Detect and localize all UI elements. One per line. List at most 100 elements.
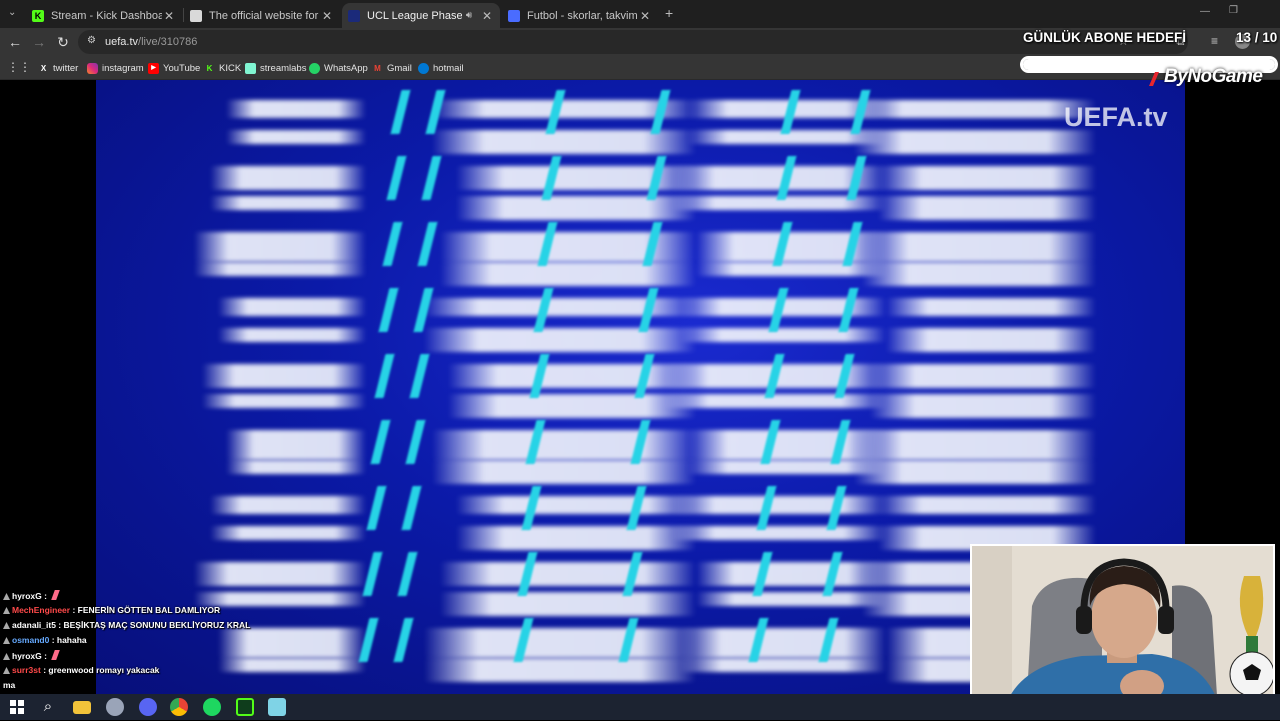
chat-message: adanali_it5 : BEŞİKTAŞ MAÇ SONUNU BEKLİY… bbox=[3, 620, 250, 630]
chat-username[interactable]: osmand0 bbox=[12, 635, 49, 645]
bookmark-label: WhatsApp bbox=[324, 62, 368, 74]
chat-text: greenwood romayı yakacak bbox=[48, 665, 160, 675]
bookmark-label: streamlabs bbox=[260, 62, 307, 74]
app-icon[interactable] bbox=[106, 698, 124, 716]
chat-message: hyroxG : bbox=[3, 590, 61, 601]
bookmark-label: hotmail bbox=[433, 62, 464, 74]
kick-icon: K bbox=[206, 63, 213, 73]
new-tab-icon[interactable]: + bbox=[665, 5, 673, 21]
motion-streak bbox=[870, 394, 1096, 418]
motion-streak bbox=[210, 166, 366, 190]
motion-streak bbox=[226, 130, 366, 144]
tab-search-chevron-icon[interactable]: ⌄ bbox=[8, 7, 16, 18]
streamlabs-icon bbox=[245, 62, 256, 74]
minimize-icon[interactable]: — bbox=[1200, 6, 1210, 17]
chat-separator: : bbox=[41, 651, 50, 661]
bookmark-gmail[interactable]: M Gmail bbox=[372, 61, 412, 75]
motion-streak bbox=[696, 592, 886, 606]
motion-streak bbox=[202, 364, 366, 388]
back-icon[interactable]: ← bbox=[7, 34, 23, 50]
close-icon[interactable]: ✕ bbox=[638, 9, 652, 23]
instagram-icon bbox=[87, 62, 98, 74]
spotify-icon[interactable] bbox=[203, 698, 221, 716]
chat-username[interactable]: hyroxG bbox=[12, 651, 42, 661]
chat-separator: : bbox=[55, 620, 64, 630]
close-icon[interactable]: ✕ bbox=[320, 9, 334, 23]
reload-icon[interactable]: ↻ bbox=[55, 34, 71, 50]
tab-title: The official website for European bbox=[209, 9, 320, 22]
chat-username[interactable]: adanali_it5 bbox=[12, 620, 56, 630]
chat-username[interactable]: hyroxG bbox=[12, 591, 42, 601]
bookmark-hotmail[interactable]: hotmail bbox=[418, 61, 464, 75]
tab-kick-dashboard[interactable]: K Stream - Kick Dashboard ✕ bbox=[26, 3, 182, 28]
sponsor-name: ByNoGame bbox=[1164, 66, 1263, 87]
bookmark-whatsapp[interactable]: WhatsApp bbox=[309, 61, 368, 75]
discord-icon[interactable] bbox=[139, 698, 157, 716]
windows-start-icon[interactable] bbox=[8, 698, 26, 716]
motion-accent bbox=[378, 288, 399, 332]
bookmark-instagram[interactable]: instagram bbox=[87, 61, 144, 75]
motion-streak bbox=[696, 562, 886, 586]
motion-streak bbox=[432, 430, 696, 460]
forward-icon[interactable]: → bbox=[31, 34, 47, 50]
maximize-icon[interactable]: ❐ bbox=[1229, 5, 1238, 16]
motion-streak bbox=[424, 328, 696, 352]
media-controls-icon[interactable]: ≡ bbox=[1211, 34, 1218, 48]
site-info-icon[interactable]: ⚙ bbox=[87, 35, 96, 46]
chrome-icon[interactable] bbox=[170, 698, 188, 716]
search-icon[interactable]: ⌕ bbox=[39, 698, 57, 716]
notepad-icon[interactable] bbox=[268, 698, 286, 716]
kick-favicon-icon: K bbox=[32, 9, 44, 22]
kick-icon[interactable] bbox=[236, 698, 254, 716]
motion-streak bbox=[194, 592, 366, 606]
motion-streak bbox=[878, 196, 1096, 220]
motion-streak bbox=[680, 658, 886, 672]
motion-streak bbox=[226, 460, 366, 474]
address-bar[interactable]: ⚙ uefa.tv/live/310786 bbox=[78, 30, 1188, 54]
url-text[interactable]: uefa.tv/live/310786 bbox=[105, 36, 197, 48]
motion-streak bbox=[672, 526, 886, 540]
chat-message: surr3st : greenwood romayı yakacak bbox=[3, 665, 159, 675]
motion-accent bbox=[386, 156, 407, 200]
bookmark-twitter[interactable]: Xtwitter bbox=[38, 61, 79, 75]
tab-ucl-draw[interactable]: UCL League Phase Draw 🔊︎ ✕ bbox=[342, 3, 500, 28]
tab-uefa-official[interactable]: The official website for European ✕ bbox=[184, 3, 340, 28]
motion-streak bbox=[194, 562, 366, 586]
motion-accent bbox=[417, 222, 438, 266]
chat-message: MechEngineer : FENERİN GÖTTEN BAL DAMLIY… bbox=[3, 605, 220, 615]
bookmark-label: Gmail bbox=[387, 62, 412, 74]
tab-futbol[interactable]: Futbol - skorlar, takvim & oran ✕ bbox=[502, 3, 658, 28]
motion-streak bbox=[680, 328, 886, 342]
motion-streak bbox=[210, 496, 366, 514]
chat-username[interactable]: surr3st bbox=[12, 665, 41, 675]
motion-streak bbox=[432, 460, 696, 484]
bookmark-label: KICK bbox=[219, 62, 242, 74]
chat-badge-icon bbox=[3, 653, 10, 660]
tab-title: Futbol - skorlar, takvim & oran bbox=[527, 9, 638, 22]
motion-streak bbox=[424, 628, 696, 658]
bookmark-kick[interactable]: K KICK bbox=[204, 61, 242, 75]
motion-streak bbox=[218, 658, 366, 672]
motion-streak bbox=[854, 100, 1096, 118]
motion-accent bbox=[409, 354, 430, 398]
youtube-icon: ▶ bbox=[148, 62, 159, 74]
motion-streak bbox=[440, 262, 696, 286]
bookmark-label: twitter bbox=[53, 62, 79, 74]
motion-accent bbox=[382, 222, 403, 266]
hotmail-icon bbox=[418, 62, 429, 74]
chat-username[interactable]: MechEngineer bbox=[12, 605, 70, 615]
motion-streak bbox=[440, 562, 696, 586]
close-icon[interactable]: ✕ bbox=[480, 9, 494, 23]
file-explorer-icon[interactable] bbox=[73, 701, 91, 714]
motion-accent bbox=[390, 90, 411, 134]
motion-streak bbox=[854, 430, 1096, 460]
motion-accent bbox=[421, 156, 442, 200]
speaker-icon[interactable]: 🔊︎ bbox=[462, 10, 476, 21]
bookmark-youtube[interactable]: ▶ YouTube bbox=[148, 61, 200, 75]
bookmark-streamlabs[interactable]: streamlabs bbox=[245, 61, 306, 75]
apps-grid-icon[interactable]: ⋮⋮ bbox=[7, 60, 31, 74]
tab-title: UCL League Phase Draw bbox=[367, 9, 462, 22]
motion-streak bbox=[854, 130, 1096, 154]
uefa-tv-logo: UEFA.tv bbox=[1064, 102, 1168, 132]
close-icon[interactable]: ✕ bbox=[162, 9, 176, 23]
